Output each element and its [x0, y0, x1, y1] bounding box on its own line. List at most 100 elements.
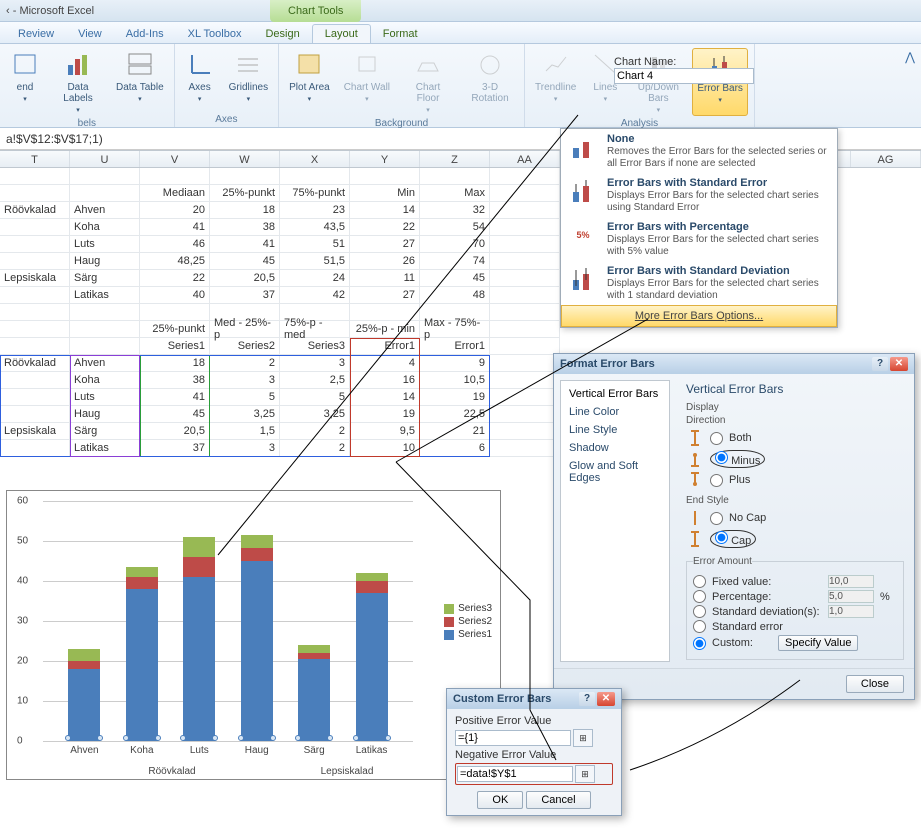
cell[interactable]: [490, 338, 560, 355]
cell[interactable]: 37: [140, 440, 210, 457]
cell[interactable]: 4: [350, 355, 420, 372]
cell[interactable]: 11: [350, 270, 420, 287]
3d-rotation-button[interactable]: 3-D Rotation: [462, 48, 518, 116]
close-icon[interactable]: ✕: [597, 692, 615, 706]
data-table-button[interactable]: Data Table▾: [112, 48, 168, 116]
cell[interactable]: 75%-p - med: [280, 321, 350, 338]
radio-plus[interactable]: [710, 474, 723, 487]
radio-both[interactable]: [710, 432, 723, 445]
cell[interactable]: Särg: [70, 423, 140, 440]
cell[interactable]: [490, 219, 560, 236]
cell[interactable]: 24: [280, 270, 350, 287]
tab-view[interactable]: View: [66, 25, 114, 43]
cell[interactable]: Haug: [70, 253, 140, 270]
cell[interactable]: [490, 202, 560, 219]
cell[interactable]: [490, 423, 560, 440]
cell[interactable]: Koha: [70, 372, 140, 389]
trendline-button[interactable]: Trendline▾: [531, 48, 580, 116]
negative-input[interactable]: [457, 766, 573, 782]
cell[interactable]: [140, 168, 210, 185]
cell[interactable]: [490, 253, 560, 270]
legend-button[interactable]: end▾: [6, 48, 44, 116]
help-icon[interactable]: ?: [579, 692, 595, 706]
bar-segment[interactable]: [298, 659, 330, 741]
cell[interactable]: 46: [140, 236, 210, 253]
cell[interactable]: [0, 168, 70, 185]
bar-segment[interactable]: [68, 669, 100, 741]
cell[interactable]: 26: [350, 253, 420, 270]
cell[interactable]: [490, 440, 560, 457]
side-glow[interactable]: Glow and Soft Edges: [561, 457, 669, 487]
bar-segment[interactable]: [356, 573, 388, 581]
plot-area-button[interactable]: Plot Area▾: [285, 48, 334, 116]
cell[interactable]: Latikas: [70, 287, 140, 304]
dd-std-dev[interactable]: Error Bars with Standard DeviationDispla…: [561, 261, 837, 305]
ref-picker-icon[interactable]: ⊞: [575, 765, 595, 783]
cell[interactable]: Latikas: [70, 440, 140, 457]
cell[interactable]: 10: [350, 440, 420, 457]
axes-button[interactable]: Axes▾: [181, 48, 219, 105]
cell[interactable]: [0, 219, 70, 236]
cell[interactable]: [420, 168, 490, 185]
side-line-color[interactable]: Line Color: [561, 403, 669, 421]
bar-segment[interactable]: [298, 645, 330, 653]
cell[interactable]: [0, 304, 70, 321]
cell[interactable]: 27: [350, 236, 420, 253]
cell[interactable]: 22,5: [420, 406, 490, 423]
fixed-value-input[interactable]: [828, 575, 874, 588]
bar-segment[interactable]: [183, 537, 215, 557]
cell[interactable]: 21: [420, 423, 490, 440]
cell[interactable]: 1,5: [210, 423, 280, 440]
bar-segment[interactable]: [68, 661, 100, 669]
minimize-ribbon-icon[interactable]: ⋀: [905, 50, 915, 64]
cell[interactable]: 27: [350, 287, 420, 304]
cell[interactable]: 6: [420, 440, 490, 457]
cell[interactable]: 45: [420, 270, 490, 287]
gridlines-button[interactable]: Gridlines▾: [225, 48, 272, 105]
cell[interactable]: Ahven: [70, 355, 140, 372]
cell[interactable]: Error1: [420, 338, 490, 355]
tab-review[interactable]: Review: [6, 25, 66, 43]
cell[interactable]: 41: [210, 236, 280, 253]
cell[interactable]: [490, 321, 560, 338]
cell[interactable]: [0, 338, 70, 355]
cell[interactable]: 3: [210, 440, 280, 457]
cell[interactable]: [490, 168, 560, 185]
cell[interactable]: 42: [280, 287, 350, 304]
cell[interactable]: 25%-punkt: [140, 321, 210, 338]
cell[interactable]: 54: [420, 219, 490, 236]
cell[interactable]: 51,5: [280, 253, 350, 270]
dd-more-options[interactable]: More Error Bars Options...: [561, 305, 837, 327]
cell[interactable]: 9,5: [350, 423, 420, 440]
radio-minus[interactable]: [715, 451, 728, 464]
cell[interactable]: Mediaan: [140, 185, 210, 202]
cell[interactable]: Med - 25%-p: [210, 321, 280, 338]
radio-pct[interactable]: [693, 590, 706, 603]
cell[interactable]: 38: [140, 372, 210, 389]
cell[interactable]: 40: [140, 287, 210, 304]
cell[interactable]: 25%-p - min: [350, 321, 420, 338]
radio-fixed[interactable]: [693, 575, 706, 588]
cell[interactable]: [70, 168, 140, 185]
cell[interactable]: [210, 168, 280, 185]
cell[interactable]: Max: [420, 185, 490, 202]
cell[interactable]: 9: [420, 355, 490, 372]
dd-percentage[interactable]: 5% Error Bars with PercentageDisplays Er…: [561, 217, 837, 261]
cell[interactable]: [0, 321, 70, 338]
cell[interactable]: Error1: [350, 338, 420, 355]
cell[interactable]: 20,5: [210, 270, 280, 287]
cell[interactable]: 48: [420, 287, 490, 304]
cancel-button[interactable]: Cancel: [526, 791, 590, 809]
cell[interactable]: [350, 168, 420, 185]
cell[interactable]: Röövkalad: [0, 202, 70, 219]
chart-wall-button[interactable]: Chart Wall▾: [340, 48, 394, 116]
cell[interactable]: 19: [420, 389, 490, 406]
cell[interactable]: [350, 304, 420, 321]
cell[interactable]: Röövkalad: [0, 355, 70, 372]
cell[interactable]: Series3: [280, 338, 350, 355]
cell[interactable]: [490, 185, 560, 202]
data-labels-button[interactable]: Data Labels▾: [50, 48, 106, 116]
cell[interactable]: [490, 355, 560, 372]
bar-segment[interactable]: [241, 535, 273, 548]
cell[interactable]: 74: [420, 253, 490, 270]
